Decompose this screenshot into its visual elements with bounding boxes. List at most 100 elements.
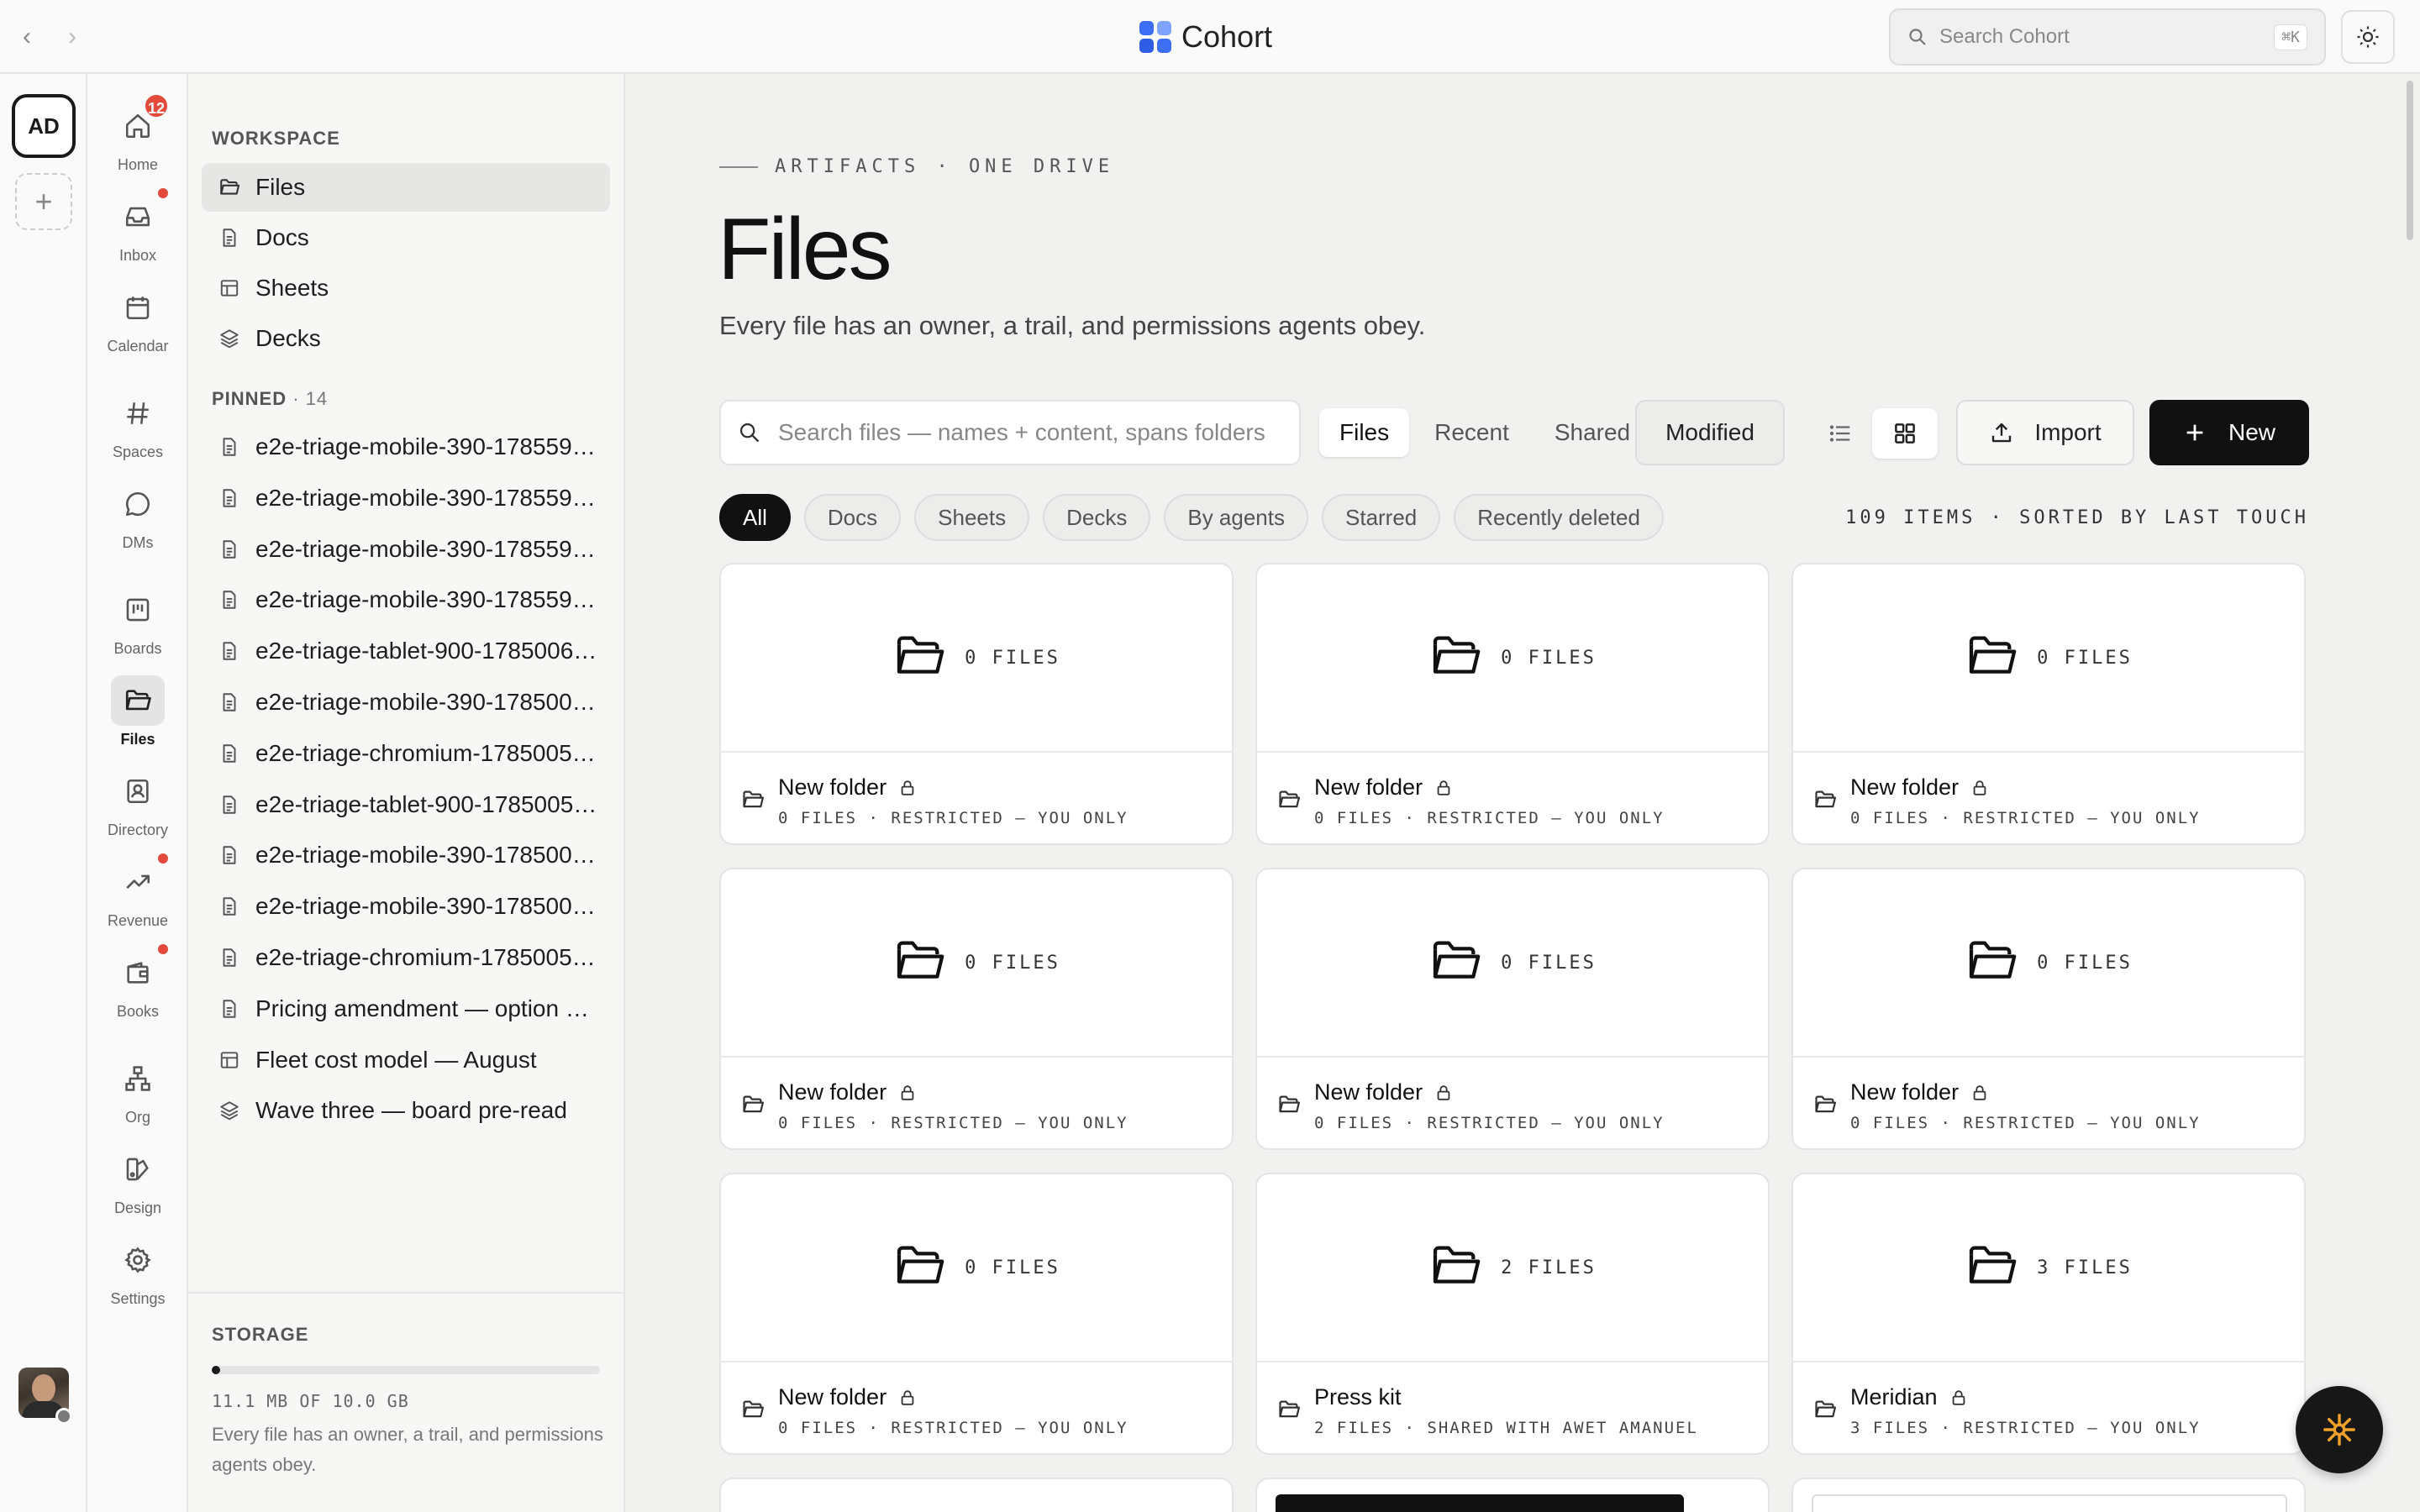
nav-revenue[interactable]: Revenue [87,853,188,930]
filter-chip-all[interactable]: All [719,494,791,541]
nav-spaces[interactable]: Spaces [87,388,188,461]
folder-icon [1277,1093,1301,1132]
folder-card[interactable]: 0 FILES New folder 0 FILES · RESTRICTED — … [1791,868,2306,1150]
pinned-item[interactable]: e2e-triage-mobile-390-178500… [202,882,610,931]
nav-dms[interactable]: DMs [87,479,188,552]
pinned-item[interactable]: e2e-triage-mobile-390-178559… [202,423,610,471]
folder-card[interactable]: 0 FILES New folder 0 FILES · RESTRICTED — … [1255,563,1770,845]
document-icon [218,589,240,611]
folder-icon [1428,629,1482,687]
sidebar-item-label: e2e-triage-mobile-390-178500… [255,842,596,869]
folder-preview-count: 0 FILES [2037,647,2133,669]
pinned-item[interactable]: e2e-triage-tablet-900-1785005… [202,780,610,829]
nav-label: Spaces [112,444,164,460]
pinned-item[interactable]: e2e-triage-mobile-390-178559… [202,575,610,624]
filter-chip-sheets[interactable]: Sheets [914,494,1030,541]
folder-name-text: New folder [1314,1079,1423,1105]
nav-design[interactable]: Design [87,1144,188,1217]
pinned-item[interactable]: e2e-triage-chromium-17850051… [202,933,610,982]
nav-books[interactable]: Books [87,944,188,1021]
tab-shared[interactable]: Shared [1534,408,1650,457]
new-label: New [2228,419,2275,445]
board-icon [111,585,165,635]
folder-card[interactable]: 0 FILES New folder 0 FILES · RESTRICTED — … [1255,868,1770,1150]
app-nav: 12 Home Inbox Calendar Spaces DMs Boards [87,74,188,1512]
sidebar-item-decks[interactable]: Decks [202,314,610,363]
nav-org[interactable]: Org [87,1053,188,1126]
folder-card-footer: New folder 0 FILES · RESTRICTED — YOU ONL… [1277,774,1665,827]
filter-chip-recently-deleted[interactable]: Recently deleted [1454,494,1664,541]
pinned-item[interactable]: e2e-triage-mobile-390-178500… [202,678,610,727]
folder-card[interactable]: 3 FILES Meridian 3 FILES · RESTRICTED — YO… [1791,1173,2306,1455]
global-search-input[interactable]: Search Cohort ⌘K [1889,8,2326,66]
pinned-item[interactable]: e2e-triage-tablet-900-1785006… [202,627,610,675]
folder-card[interactable] [1791,1478,2306,1512]
workspace-avatar[interactable]: AD [12,94,76,158]
forward-button[interactable]: › [55,20,89,54]
folder-card[interactable]: 0 FILES New folder 0 FILES · RESTRICTED — … [719,563,1234,845]
tab-recent[interactable]: Recent [1414,408,1529,457]
folder-card[interactable] [1255,1478,1770,1512]
workspace-rail: AD + [0,74,87,1512]
document-icon [218,743,240,764]
main-scrollbar[interactable] [2407,81,2413,240]
filter-chip-by-agents[interactable]: By agents [1164,494,1308,541]
pinned-item[interactable]: Fleet cost model — August [202,1036,610,1084]
document-icon [218,538,240,560]
assistant-fab-button[interactable] [2296,1386,2383,1473]
theme-toggle-button[interactable] [2341,10,2395,64]
search-shortcut-hint: ⌘K [2274,24,2307,50]
nav-inbox[interactable]: Inbox [87,188,188,265]
pinned-item[interactable]: e2e-triage-chromium-1785005… [202,729,610,778]
folder-name-text: New folder [778,774,887,800]
sidebar-item-sheets[interactable]: Sheets [202,264,610,312]
folder-preview-count: 3 FILES [2037,1257,2133,1278]
pinned-item[interactable]: Wave three — board pre-read [202,1086,610,1135]
folder-card[interactable]: 0 FILES New folder 0 FILES · RESTRICTED — … [719,1173,1234,1455]
nav-label: DMs [122,534,154,551]
folder-card[interactable]: 0 FILES New folder 0 FILES · RESTRICTED — … [719,868,1234,1150]
document-icon [218,487,240,509]
folder-preview-count: 0 FILES [1501,952,1597,974]
nav-calendar[interactable]: Calendar [87,282,188,355]
filter-chip-decks[interactable]: Decks [1043,494,1151,541]
folder-meta: 0 FILES · RESTRICTED — YOU ONLY [1850,1114,2201,1132]
nav-label: Inbox [118,247,157,264]
nav-settings[interactable]: Settings [87,1235,188,1308]
filter-chip-starred[interactable]: Starred [1322,494,1441,541]
folder-name: New folder [778,1079,1128,1105]
calendar-icon [111,282,165,333]
folder-card[interactable]: 0 FILES New folder 0 FILES · RESTRICTED — … [1791,563,2306,845]
folder-preview-count: 2 FILES [1501,1257,1597,1278]
folder-card[interactable] [719,1478,1234,1512]
folder-icon [1428,934,1482,992]
sort-modified-button[interactable]: Modified [1635,400,1785,465]
nav-boards[interactable]: Boards [87,585,188,658]
filter-chip-docs[interactable]: Docs [803,494,902,541]
search-icon [1909,29,1926,45]
list-view-button[interactable] [1817,410,1864,457]
folder-icon [1277,1398,1301,1437]
nav-files[interactable]: Files [87,675,188,748]
folder-icon [741,1093,765,1132]
grid-view-button[interactable] [1872,408,1938,459]
file-search-input[interactable]: Search files — names + content, spans fo… [719,400,1301,465]
home-icon: 12 [111,92,170,151]
back-button[interactable]: ‹ [10,20,44,54]
folder-name: New folder [1850,1079,2201,1105]
sidebar-item-docs[interactable]: Docs [202,213,610,262]
folder-card[interactable]: 2 FILES Press kit 2 FILES · SHARED WITH AW… [1255,1173,1770,1455]
sidebar-item-label: Sheets [255,275,329,301]
pinned-item[interactable]: e2e-triage-mobile-390-178500… [202,831,610,879]
sidebar-item-files[interactable]: Files [202,163,610,212]
nav-directory[interactable]: Directory [87,766,188,839]
pinned-item[interactable]: Pricing amendment — option B … [202,984,610,1033]
nav-home[interactable]: 12 Home [87,92,188,174]
add-workspace-button[interactable]: + [15,173,72,230]
pinned-item[interactable]: e2e-triage-mobile-390-178559… [202,525,610,574]
new-button[interactable]: New [2149,400,2309,465]
import-button[interactable]: Import [1956,400,2134,465]
layers-icon [218,328,240,349]
tab-files[interactable]: Files [1319,408,1410,457]
pinned-item[interactable]: e2e-triage-mobile-390-178559… [202,474,610,522]
